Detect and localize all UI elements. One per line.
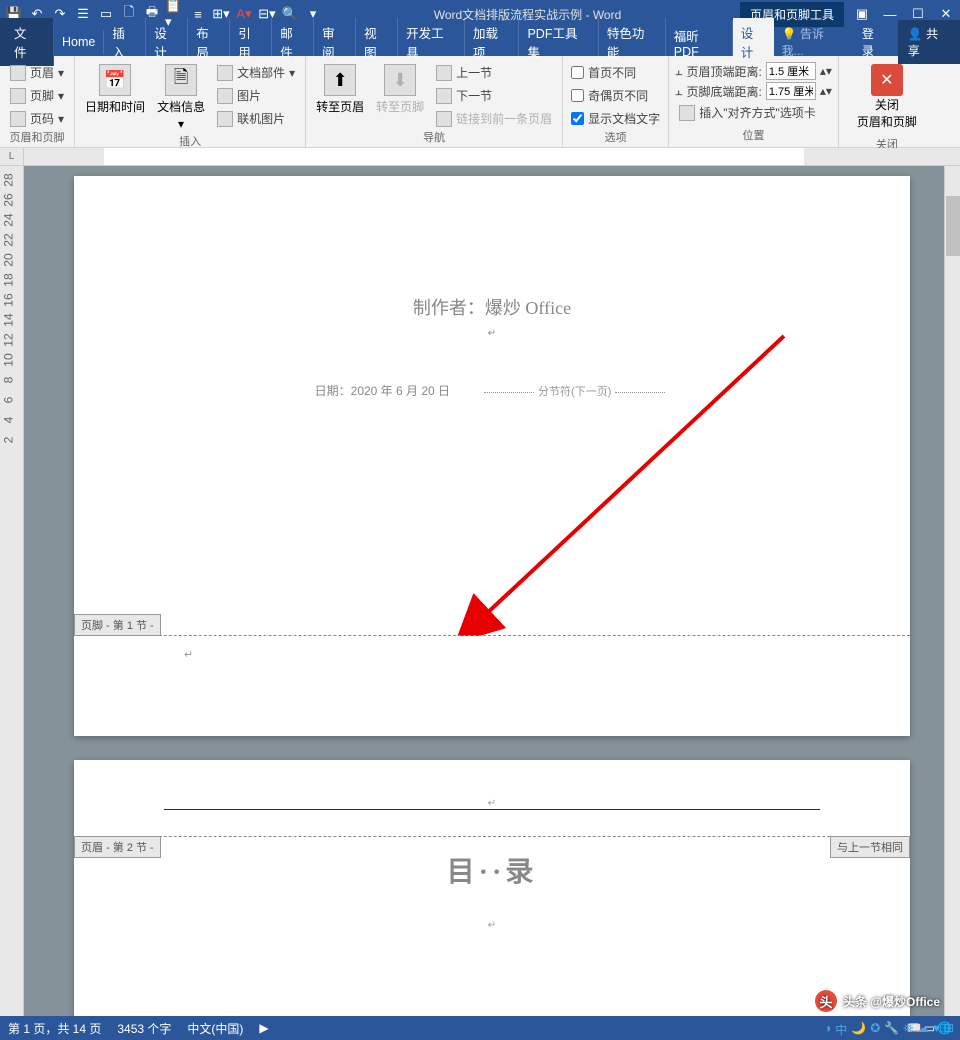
menu-bar: 文件 Home 插入 设计 布局 引用 邮件 审阅 视图 开发工具 加载项 PD… — [0, 28, 960, 56]
watermark-overlay: 头 头条 @爆炒Office — [815, 990, 940, 1012]
show-text-checkbox[interactable]: 显示文档文字 — [569, 108, 662, 129]
status-page[interactable]: 第 1 页，共 14 页 — [8, 1020, 101, 1037]
header-boundary — [74, 836, 910, 837]
status-macro-icon[interactable]: ▶ — [259, 1021, 268, 1035]
footer-section-tag: 页脚 - 第 1 节 - — [74, 614, 161, 636]
author-text: 制作者：爆炒 Office — [154, 294, 830, 320]
system-tray: ◑中🌙✪🔧⛯☁♥⊞ — [824, 1021, 954, 1038]
link-previous-button[interactable]: 链接到前一条页眉 — [432, 108, 556, 129]
menu-home[interactable]: Home — [54, 30, 104, 54]
next-section-button[interactable]: 下一节 — [432, 85, 556, 106]
close-x-icon: ✕ — [871, 64, 903, 96]
goto-footer-button[interactable]: ⬇转至页脚 — [372, 62, 428, 117]
vertical-ruler[interactable]: 282624222018161412108642 — [0, 166, 24, 1016]
toc-heading: 目··录 — [154, 850, 830, 890]
qat-icon[interactable]: ☰ — [73, 4, 93, 24]
annotation-arrow-icon — [454, 326, 804, 636]
header-distance-label: 页眉顶端距离: — [686, 63, 761, 80]
status-word-count[interactable]: 3453 个字 — [117, 1020, 171, 1037]
footer-button[interactable]: 页脚 ▾ — [6, 85, 68, 106]
paragraph-mark: ↵ — [154, 920, 830, 931]
tray-icon[interactable]: ☁ — [917, 1021, 929, 1038]
header-distance-input[interactable] — [766, 62, 816, 80]
diff-odd-even-checkbox[interactable]: 奇偶页不同 — [569, 85, 662, 106]
tray-icon[interactable]: ⛯ — [903, 1021, 913, 1038]
footer-distance-label: 页脚底端距离: — [686, 83, 761, 100]
tray-icon[interactable]: ✪ — [870, 1021, 880, 1038]
footer-distance-input[interactable] — [766, 82, 816, 100]
docinfo-button[interactable]: 🗎文档信息▾ — [153, 62, 209, 133]
group-label: 导航 — [312, 129, 556, 147]
same-as-previous-tag: 与上一节相同 — [830, 836, 910, 858]
scrollbar-thumb[interactable] — [946, 196, 960, 256]
group-label: 选项 — [569, 129, 662, 147]
document-area: 282624222018161412108642 制作者：爆炒 Office ↵… — [0, 166, 960, 1016]
prev-section-button[interactable]: 上一节 — [432, 62, 556, 83]
tray-icon[interactable]: ♥ — [933, 1021, 940, 1038]
paragraph-mark: ↵ — [154, 328, 830, 339]
tray-icon[interactable]: ◑ — [824, 1021, 831, 1038]
tray-icon[interactable]: 🌙 — [851, 1021, 866, 1038]
vertical-scrollbar[interactable] — [944, 166, 960, 1016]
goto-header-button[interactable]: ⬆转至页眉 — [312, 62, 368, 117]
tray-icon[interactable]: 中 — [835, 1021, 847, 1038]
section-break-label: 分节符(下一页) — [480, 383, 669, 399]
tray-icon[interactable]: ⊞ — [944, 1021, 954, 1038]
group-label: 位置 — [675, 127, 832, 145]
tray-icon[interactable]: 🔧 — [884, 1021, 899, 1038]
header-section-tag: 页眉 - 第 2 节 - — [74, 836, 161, 858]
horizontal-ruler[interactable]: L — [0, 148, 960, 166]
ribbon: 页眉 ▾ 页脚 ▾ 页码 ▾ 页眉和页脚 📅日期和时间 🗎文档信息▾ 文档部件 … — [0, 56, 960, 148]
header-area[interactable]: ↵ — [164, 780, 820, 810]
document-page-1: 制作者：爆炒 Office ↵ 日期：2020 年 6 月 20 日分节符(下一… — [74, 176, 910, 736]
header-button[interactable]: 页眉 ▾ — [6, 62, 68, 83]
status-language[interactable]: 中文(中国) — [187, 1020, 243, 1037]
insert-align-tab-button[interactable]: 插入"对齐方式"选项卡 — [675, 102, 832, 123]
tab-selector[interactable]: L — [0, 148, 24, 165]
pictures-button[interactable]: 图片 — [213, 85, 299, 106]
page-number-button[interactable]: 页码 ▾ — [6, 108, 68, 129]
watermark-logo-icon: 头 — [815, 990, 837, 1012]
group-label: 页眉和页脚 — [6, 129, 68, 147]
quickparts-button[interactable]: 文档部件 ▾ — [213, 62, 299, 83]
close-header-footer-button[interactable]: ✕ 关闭 页眉和页脚 — [845, 58, 929, 136]
status-bar: 第 1 页，共 14 页 3453 个字 中文(中国) ▶ 📖 ▭ 🌐 — [0, 1016, 960, 1040]
datetime-button[interactable]: 📅日期和时间 — [81, 62, 149, 117]
page-canvas[interactable]: 制作者：爆炒 Office ↵ 日期：2020 年 6 月 20 日分节符(下一… — [24, 166, 960, 1016]
footer-boundary — [74, 635, 910, 636]
diff-first-checkbox[interactable]: 首页不同 — [569, 62, 662, 83]
date-text: 日期：2020 年 6 月 20 日分节符(下一页) — [154, 379, 830, 400]
online-pictures-button[interactable]: 联机图片 — [213, 108, 299, 129]
paragraph-mark: ↵ — [184, 648, 193, 661]
document-page-2: ↵ 页眉 - 第 2 节 - 与上一节相同 目··录 ↵ — [74, 760, 910, 1016]
